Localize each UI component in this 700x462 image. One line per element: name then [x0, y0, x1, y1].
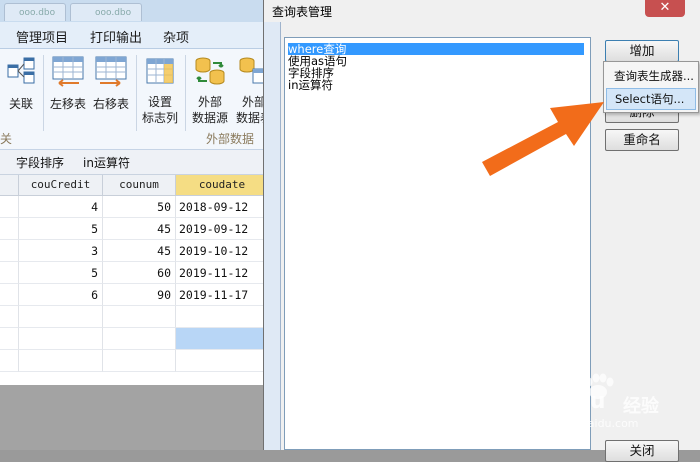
ribbon-toolbar: 关联 左移表 右移表 设置 标志列 外部 数据源 外部 数据 关 外部数据 — [0, 49, 268, 150]
add-dropdown-menu: 查询表生成器... Select语句... — [603, 61, 699, 113]
window-tab-label: ooo.dbo — [19, 8, 56, 18]
external-datasource-button[interactable]: 外部 数据源 — [190, 55, 230, 127]
cell-coudate[interactable]: 2019-10-12 — [176, 240, 268, 262]
subtab-field-sort[interactable]: 字段排序 — [16, 154, 64, 171]
close-button[interactable]: 关闭 — [605, 440, 679, 462]
relation-label: 关联 — [8, 97, 33, 111]
ribbon-separator — [185, 55, 186, 131]
list-item-in-operator[interactable]: in运算符 — [288, 79, 333, 91]
menu-manage-project[interactable]: 管理项目 — [16, 27, 68, 46]
subtab-in-operator[interactable]: in运算符 — [83, 154, 130, 171]
cell-coucredit[interactable]: 6 — [19, 284, 103, 306]
watermark-brand-cn: 经验 — [623, 396, 659, 417]
menu-bar: 管理项目 打印输出 杂项 — [0, 22, 268, 49]
set-flag-column-label-line1: 设置 — [147, 95, 172, 109]
dialog-title: 查询表管理 — [272, 5, 333, 19]
menu-item-select-statement[interactable]: Select语句... — [606, 88, 696, 110]
row-header[interactable] — [0, 196, 19, 218]
cell-empty[interactable] — [19, 306, 103, 328]
query-subtabs: 字段排序 in运算符 — [0, 150, 268, 175]
rename-button[interactable]: 重命名 — [605, 129, 679, 151]
ribbon-group-label-left: 关 — [0, 132, 13, 146]
watermark-url: jingyan.baidu.com — [537, 417, 639, 430]
row-header[interactable] — [0, 218, 19, 240]
row-header[interactable] — [0, 328, 19, 350]
column-header-counum[interactable]: counum — [103, 175, 176, 196]
cell-empty[interactable] — [103, 306, 176, 328]
app-titlebar: ooo.dbo ooo.dbo — [0, 0, 268, 22]
cell-empty[interactable] — [103, 350, 176, 372]
external-datasource-label-line1: 外部 — [197, 95, 222, 109]
flag-column-icon — [146, 58, 174, 84]
cell-coucredit[interactable]: 5 — [19, 218, 103, 240]
add-button[interactable]: 增加 — [605, 40, 679, 62]
cell-coudate[interactable]: 2019-11-12 — [176, 262, 268, 284]
watermark-brand: Baidu — [535, 389, 606, 414]
cell-coucredit[interactable]: 4 — [19, 196, 103, 218]
set-flag-column-button[interactable]: 设置 标志列 — [140, 55, 180, 127]
column-header-coudate[interactable]: coudate — [176, 175, 268, 196]
move-table-right-icon — [95, 56, 127, 87]
ribbon-separator — [136, 55, 137, 131]
cell-coudate[interactable]: 2019-11-17 — [176, 284, 268, 306]
cell-empty[interactable] — [176, 306, 268, 328]
cell-empty[interactable] — [19, 328, 103, 350]
menu-item-query-builder[interactable]: 查询表生成器... — [606, 65, 696, 87]
move-table-right-label: 右移表 — [92, 97, 129, 111]
ribbon-separator — [43, 55, 44, 131]
cell-coucredit[interactable]: 3 — [19, 240, 103, 262]
cell-counum[interactable]: 50 — [103, 196, 176, 218]
background-app-window: ooo.dbo ooo.dbo 管理项目 打印输出 杂项 关联 左移表 右移表 … — [0, 0, 268, 450]
relation-icon — [7, 57, 35, 84]
cell-coudate[interactable]: 2019-09-12 — [176, 218, 268, 240]
window-tab-label: ooo.dbo — [95, 8, 132, 18]
column-header-coucredit[interactable]: couCredit — [19, 175, 103, 196]
row-header-corner — [0, 175, 19, 196]
baidu-jingyan-watermark: Baidu 经验 jingyan.baidu.com — [535, 373, 695, 435]
data-grid: couCredit counum coudate 4 50 2018-09-12… — [0, 175, 268, 385]
row-header[interactable] — [0, 350, 19, 372]
cell-counum[interactable]: 45 — [103, 240, 176, 262]
grid-empty-area — [0, 385, 268, 450]
cell-empty[interactable] — [103, 328, 176, 350]
cell-counum[interactable]: 45 — [103, 218, 176, 240]
dialog-titlebar: 查询表管理 ✕ — [264, 0, 700, 22]
external-datasource-icon — [195, 57, 225, 85]
cell-selected[interactable] — [176, 328, 268, 350]
cell-coudate[interactable]: 2018-09-12 — [176, 196, 268, 218]
dialog-frame-edge — [264, 22, 281, 450]
move-table-left-button[interactable]: 左移表 — [48, 55, 88, 113]
window-tab-1[interactable]: ooo.dbo — [4, 3, 66, 21]
annotation-arrow-icon — [482, 102, 604, 176]
window-tab-2[interactable]: ooo.dbo — [70, 3, 142, 21]
row-header[interactable] — [0, 284, 19, 306]
ribbon-group-label-external-data: 外部数据 — [206, 132, 255, 146]
move-table-right-button[interactable]: 右移表 — [90, 55, 132, 113]
move-table-left-icon — [52, 56, 84, 87]
cell-empty[interactable] — [176, 350, 268, 372]
external-datasource-label-line2: 数据源 — [191, 111, 228, 125]
cell-counum[interactable]: 90 — [103, 284, 176, 306]
row-header[interactable] — [0, 240, 19, 262]
move-table-left-label: 左移表 — [49, 97, 86, 111]
cell-counum[interactable]: 60 — [103, 262, 176, 284]
close-icon[interactable]: ✕ — [645, 0, 685, 17]
set-flag-column-label-line2: 标志列 — [141, 111, 178, 125]
row-header[interactable] — [0, 262, 19, 284]
menu-misc[interactable]: 杂项 — [163, 27, 189, 46]
row-header[interactable] — [0, 306, 19, 328]
relation-button[interactable]: 关联 — [4, 55, 38, 113]
menu-print-output[interactable]: 打印输出 — [90, 27, 142, 46]
cell-coucredit[interactable]: 5 — [19, 262, 103, 284]
cell-empty[interactable] — [19, 350, 103, 372]
